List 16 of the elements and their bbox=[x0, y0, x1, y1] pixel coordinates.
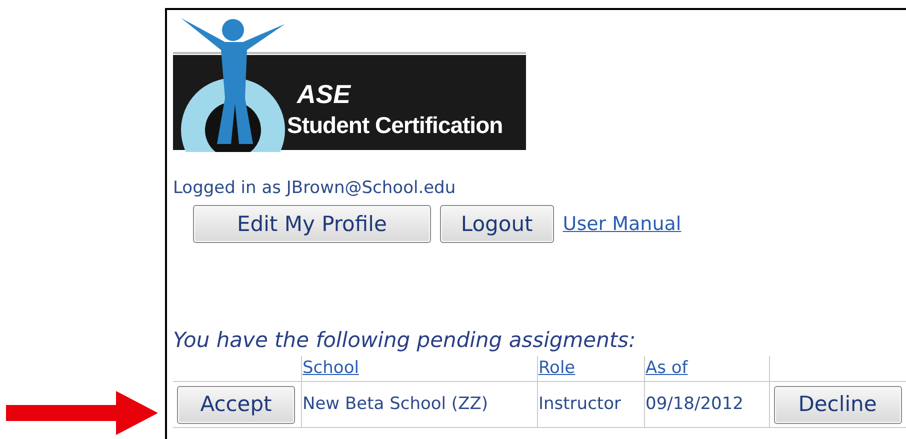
user-manual-link[interactable]: User Manual bbox=[562, 210, 682, 238]
decline-button[interactable]: Decline bbox=[774, 386, 902, 424]
section-heading: You have the following pending assigments: bbox=[173, 327, 637, 354]
logo-subtitle: Student Certification bbox=[287, 114, 503, 137]
login-status: Logged in as JBrown@School.edu bbox=[173, 178, 457, 200]
column-header-link[interactable]: School bbox=[302, 358, 359, 378]
logout-button[interactable]: Logout bbox=[440, 205, 554, 244]
arrow-icon bbox=[6, 391, 158, 435]
table-cell: 09/18/2012 bbox=[644, 382, 769, 428]
table-cell: Instructor bbox=[537, 382, 644, 428]
logo-brand: ASE bbox=[297, 81, 350, 107]
accept-button[interactable]: Accept bbox=[177, 386, 295, 424]
column-header-link[interactable]: Role bbox=[538, 358, 576, 378]
column-header-link[interactable]: As of bbox=[646, 358, 688, 378]
table-cell: New Beta School (ZZ) bbox=[301, 382, 537, 428]
edit-profile-button[interactable]: Edit My Profile bbox=[193, 205, 431, 244]
